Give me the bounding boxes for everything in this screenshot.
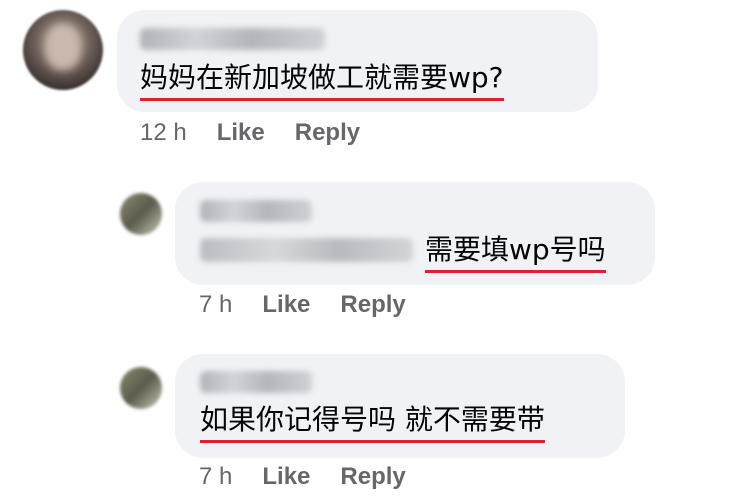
- reply-actions: 7 h Like Reply: [199, 463, 406, 491]
- comment-text: 妈妈在新加坡做工就需要wp?: [140, 61, 504, 101]
- avatar-blurred[interactable]: [23, 10, 103, 90]
- reply-text: 如果你记得号吗 就不需要带: [200, 403, 545, 443]
- author-name-blurred[interactable]: [140, 28, 325, 50]
- author-name-blurred[interactable]: [200, 200, 312, 222]
- like-button[interactable]: Like: [262, 463, 310, 490]
- like-button[interactable]: Like: [217, 119, 265, 146]
- reply-text: 需要填wp号吗: [425, 233, 606, 273]
- mention-blurred[interactable]: [200, 238, 413, 262]
- comment-actions: 12 h Like Reply: [140, 119, 360, 147]
- reply-actions: 7 h Like Reply: [199, 291, 406, 319]
- avatar-blurred[interactable]: [120, 367, 162, 409]
- reply-time[interactable]: 7 h: [199, 291, 232, 318]
- reply-button[interactable]: Reply: [295, 119, 360, 146]
- like-button[interactable]: Like: [262, 291, 310, 318]
- reply-time[interactable]: 7 h: [199, 463, 232, 490]
- reply-button[interactable]: Reply: [340, 463, 405, 490]
- comment-time[interactable]: 12 h: [140, 119, 187, 146]
- reply-button[interactable]: Reply: [340, 291, 405, 318]
- author-name-blurred[interactable]: [200, 371, 312, 393]
- avatar-blurred[interactable]: [120, 193, 162, 235]
